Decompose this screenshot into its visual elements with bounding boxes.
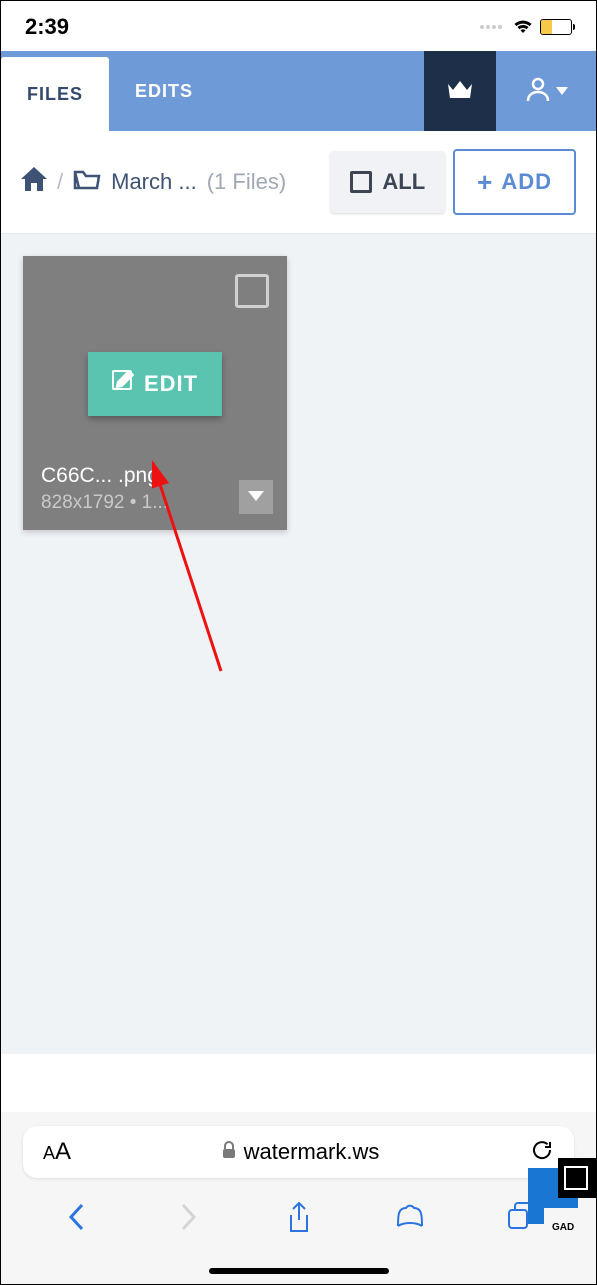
folder-icon — [73, 168, 101, 196]
status-indicators — [480, 19, 572, 35]
edit-label: EDIT — [144, 371, 198, 397]
user-icon — [524, 75, 552, 108]
app-header: FILES EDITS — [1, 51, 596, 131]
file-select-checkbox[interactable] — [235, 274, 269, 308]
add-button[interactable]: + ADD — [453, 149, 576, 215]
file-info: C66C... .png 828x1792 • 1... — [41, 464, 269, 514]
tab-edits[interactable]: EDITS — [109, 51, 219, 131]
file-card[interactable]: EDIT C66C... .png 828x1792 • 1... — [23, 256, 287, 530]
checkbox-icon — [350, 171, 372, 193]
select-all-button[interactable]: ALL — [330, 151, 445, 213]
plus-icon: + — [477, 169, 493, 195]
url-pill[interactable]: AA watermark.ws — [23, 1126, 574, 1178]
svg-text:GAD: GAD — [552, 1222, 574, 1233]
all-label: ALL — [382, 169, 425, 195]
chevron-down-icon — [556, 82, 568, 100]
status-bar: 2:39 — [1, 1, 596, 51]
user-menu-button[interactable] — [496, 51, 596, 131]
breadcrumb-folder[interactable]: March ... — [111, 169, 197, 195]
breadcrumb: / March ... (1 Files) — [21, 167, 322, 197]
browser-address-bar: AA watermark.ws — [1, 1112, 596, 1192]
cellular-dots-icon — [480, 25, 502, 29]
add-label: ADD — [501, 169, 552, 195]
file-count: (1 Files) — [207, 169, 286, 195]
bookmarks-button[interactable] — [390, 1202, 430, 1228]
forward-button — [168, 1202, 208, 1232]
file-grid: EDIT C66C... .png 828x1792 • 1... — [1, 234, 596, 1054]
file-name: C66C... .png — [41, 464, 269, 488]
lock-icon — [222, 1139, 236, 1165]
toolbar: / March ... (1 Files) ALL + ADD — [1, 131, 596, 234]
edit-button[interactable]: EDIT — [88, 352, 222, 416]
edit-pencil-icon — [112, 370, 134, 398]
breadcrumb-separator: / — [57, 169, 63, 195]
home-indicator — [209, 1268, 389, 1274]
wifi-icon — [512, 19, 534, 35]
tab-files[interactable]: FILES — [1, 57, 109, 131]
battery-icon — [540, 19, 572, 35]
file-meta: 828x1792 • 1... — [41, 492, 269, 514]
clock: 2:39 — [25, 14, 69, 40]
url-text: watermark.ws — [244, 1139, 380, 1165]
premium-button[interactable] — [424, 51, 496, 131]
url-display[interactable]: watermark.ws — [71, 1139, 530, 1165]
file-options-button[interactable] — [239, 480, 273, 514]
crown-icon — [446, 78, 474, 105]
chevron-down-icon — [248, 488, 264, 506]
home-icon[interactable] — [21, 167, 47, 197]
share-button[interactable] — [279, 1202, 319, 1234]
text-size-button[interactable]: AA — [43, 1138, 71, 1166]
back-button[interactable] — [57, 1202, 97, 1232]
corner-badge: GAD — [518, 1158, 596, 1234]
